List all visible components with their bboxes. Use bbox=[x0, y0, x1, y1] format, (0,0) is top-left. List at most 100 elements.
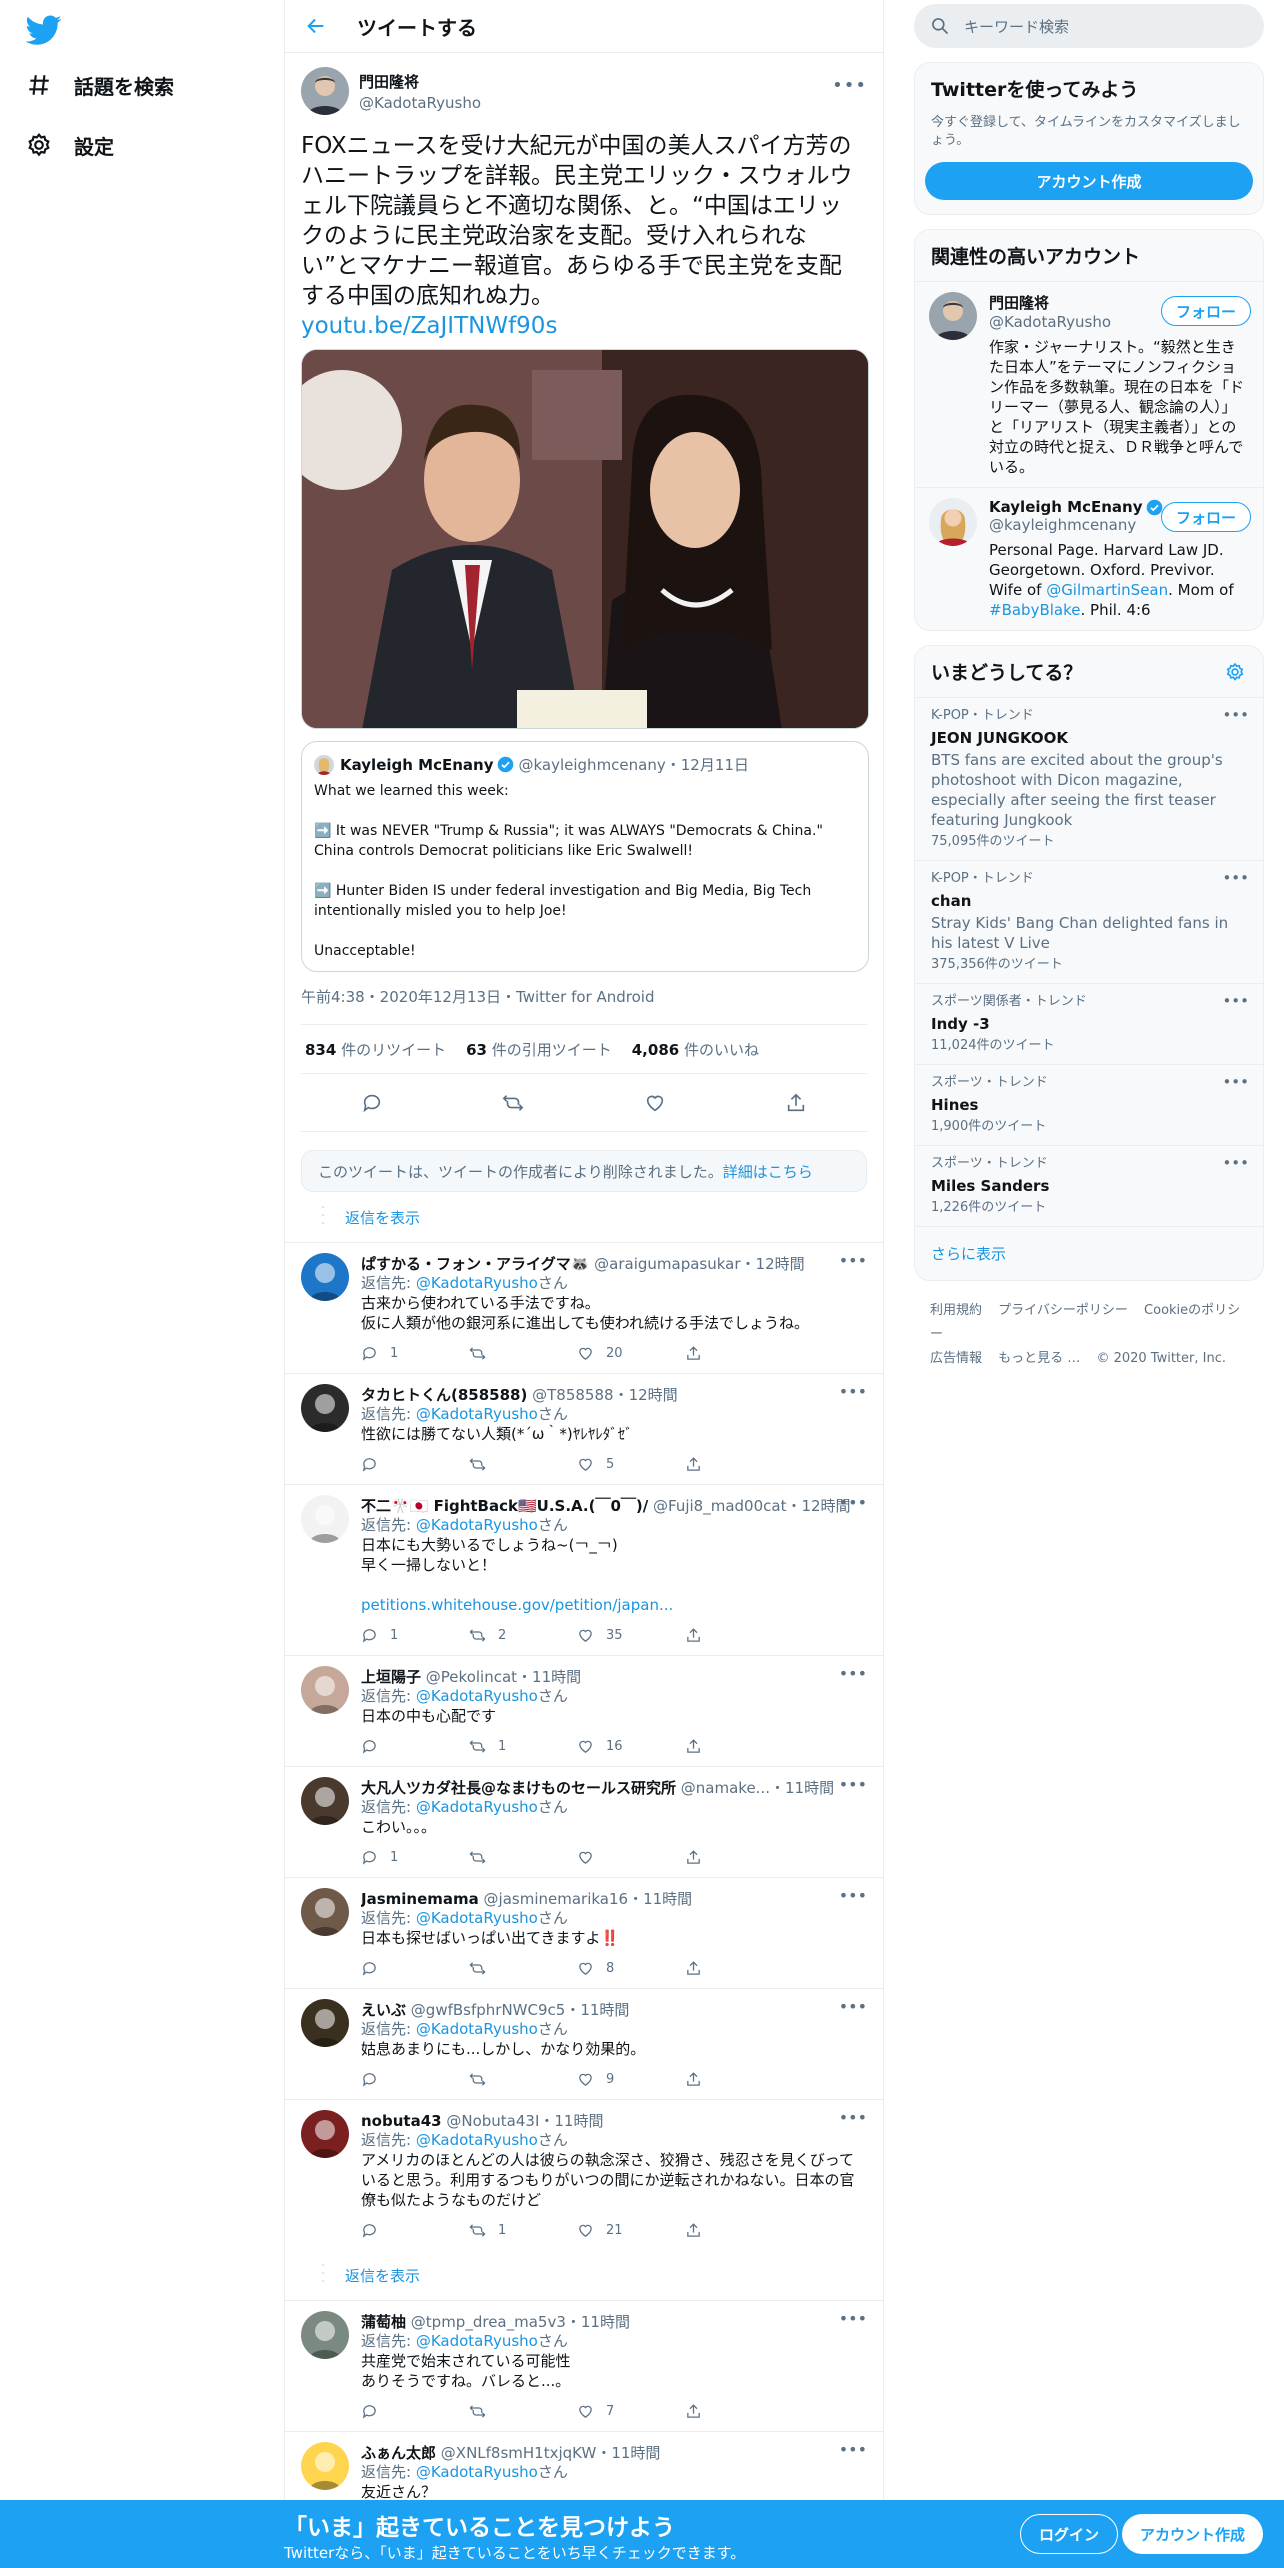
more-options-icon[interactable]: ••• bbox=[1222, 1154, 1249, 1172]
reply-time[interactable]: ・11時間 bbox=[566, 2313, 630, 2331]
retweet-action[interactable] bbox=[469, 1456, 577, 1473]
login-button[interactable]: ログイン bbox=[1020, 2514, 1119, 2554]
reply-avatar[interactable] bbox=[301, 1888, 349, 1936]
retweet-count[interactable]: 834 件のリツイート bbox=[305, 1039, 446, 1060]
quote-count[interactable]: 63 件の引用ツイート bbox=[466, 1039, 612, 1060]
more-options-icon[interactable]: ••• bbox=[1222, 706, 1249, 724]
reply-action[interactable] bbox=[361, 1738, 469, 1755]
reply-action[interactable]: 1 bbox=[361, 1849, 469, 1866]
reply-time[interactable]: ・11時間 bbox=[596, 2444, 660, 2462]
like-action[interactable]: 21 bbox=[577, 2222, 685, 2239]
more-options-icon[interactable]: ••• bbox=[1222, 1073, 1249, 1091]
more-options-icon[interactable]: ••• bbox=[832, 75, 867, 96]
footer-link-terms[interactable]: 利用規約 bbox=[930, 1303, 982, 1318]
share-icon[interactable] bbox=[785, 1092, 807, 1114]
share-action[interactable] bbox=[685, 2222, 793, 2239]
tweet-photo[interactable] bbox=[301, 349, 869, 729]
reply-avatar[interactable] bbox=[301, 2311, 349, 2359]
retweet-action[interactable] bbox=[469, 1345, 577, 1362]
follow-button[interactable]: フォロー bbox=[1160, 502, 1251, 532]
reply-avatar[interactable] bbox=[301, 2442, 349, 2490]
more-options-icon[interactable]: ••• bbox=[839, 1997, 867, 2016]
reply-avatar[interactable] bbox=[301, 1384, 349, 1432]
reply-to-link[interactable]: @KadotaRyusho bbox=[416, 1687, 538, 1705]
reply-to-link[interactable]: @KadotaRyusho bbox=[416, 2332, 538, 2350]
reply-tweet[interactable]: ••• ぱすかる・フォン・アライグマ🦝 @araigumapasukar・12時間… bbox=[285, 1242, 883, 1373]
reply-time[interactable]: ・11時間 bbox=[539, 2112, 603, 2130]
reply-time[interactable]: ・11時間 bbox=[628, 1890, 692, 1908]
account-avatar[interactable] bbox=[929, 292, 977, 340]
bio-mention-link[interactable]: @GilmartinSean bbox=[1046, 581, 1168, 599]
tweet-author[interactable]: 門田隆将 @KadotaRyusho ••• bbox=[301, 65, 867, 117]
back-arrow-icon[interactable] bbox=[305, 15, 357, 37]
learn-more-link[interactable]: 詳細はこちら bbox=[723, 1161, 813, 1182]
twitter-logo-icon[interactable] bbox=[26, 12, 62, 48]
footer-link-ads[interactable]: 広告情報 bbox=[930, 1351, 982, 1366]
reply-to-link[interactable]: @KadotaRyusho bbox=[416, 1405, 538, 1423]
retweet-action[interactable] bbox=[469, 1849, 577, 1866]
reply-to-link[interactable]: @KadotaRyusho bbox=[416, 2131, 538, 2149]
retweet-action[interactable] bbox=[469, 2403, 577, 2420]
more-options-icon[interactable]: ••• bbox=[1222, 992, 1249, 1010]
reply-tweet[interactable]: ••• 蒲萄柚 @tpmp_drea_ma5v3・11時間 返信先: @Kadota… bbox=[285, 2300, 883, 2431]
trend-item[interactable]: ••• スポーツ・トレンド Miles Sanders 1,226件のツイート bbox=[915, 1145, 1263, 1226]
reply-tweet[interactable]: ••• 上垣陽子 @Pekolincat・11時間 返信先: @KadotaRyus… bbox=[285, 1655, 883, 1766]
like-icon[interactable] bbox=[644, 1092, 666, 1114]
quoted-tweet[interactable]: Kayleigh McEnany @kayleighmcenany ・12月11… bbox=[301, 741, 869, 972]
like-action[interactable]: 35 bbox=[577, 1627, 685, 1644]
more-options-icon[interactable]: ••• bbox=[839, 1886, 867, 1905]
like-action[interactable]: 9 bbox=[577, 2071, 685, 2088]
retweet-action[interactable] bbox=[469, 1960, 577, 1977]
tweet-link[interactable]: youtu.be/ZaJITNWf90s bbox=[301, 311, 867, 341]
like-action[interactable]: 7 bbox=[577, 2403, 685, 2420]
share-action[interactable] bbox=[685, 1627, 793, 1644]
nav-explore[interactable]: 話題を検索 bbox=[26, 60, 174, 110]
reply-action[interactable] bbox=[361, 1960, 469, 1977]
share-action[interactable] bbox=[685, 1849, 793, 1866]
reply-tweet[interactable]: ••• 大凡人ツカダ社長@なまけものセールス研究所 @namake...・11時間… bbox=[285, 1766, 883, 1877]
create-account-button[interactable]: アカウント作成 bbox=[925, 162, 1253, 200]
reply-action[interactable] bbox=[361, 2071, 469, 2088]
reply-to-link[interactable]: @KadotaRyusho bbox=[416, 2020, 538, 2038]
trend-item[interactable]: ••• スポーツ・トレンド Hines 1,900件のツイート bbox=[915, 1064, 1263, 1145]
more-options-icon[interactable]: ••• bbox=[839, 1775, 867, 1794]
bio-hashtag-link[interactable]: #BabyBlake bbox=[989, 601, 1080, 619]
reply-icon[interactable] bbox=[361, 1092, 383, 1114]
reply-tweet[interactable]: ••• えいぶ @gwfBsfphrNWC9c5・11時間 返信先: @Kadota… bbox=[285, 1988, 883, 2099]
trend-item[interactable]: ••• スポーツ関係者・トレンド Indy -3 11,024件のツイート bbox=[915, 983, 1263, 1064]
more-options-icon[interactable]: ••• bbox=[1222, 869, 1249, 887]
show-replies-link[interactable]: · · · 返信を表示 bbox=[285, 2250, 883, 2300]
reply-tweet[interactable]: ••• タカヒトくん(858588) @T858588・12時間 返信先: @Kad… bbox=[285, 1373, 883, 1484]
reply-time[interactable]: ・12時間 bbox=[741, 1255, 805, 1273]
reply-action[interactable] bbox=[361, 2403, 469, 2420]
retweet-action[interactable]: 1 bbox=[469, 1738, 577, 1755]
reply-time[interactable]: ・11時間 bbox=[770, 1779, 834, 1797]
reply-tweet[interactable]: ••• Jasminemama @jasminemarika16・11時間 返信先:… bbox=[285, 1877, 883, 1988]
reply-avatar[interactable] bbox=[301, 1253, 349, 1301]
more-options-icon[interactable]: ••• bbox=[839, 1664, 867, 1683]
footer-link-more[interactable]: もっと見る … bbox=[998, 1351, 1080, 1366]
more-options-icon[interactable]: ••• bbox=[839, 1251, 867, 1270]
tweet-timestamp[interactable]: 午前4:38・2020年12月13日・Twitter for Android bbox=[301, 986, 867, 1008]
reply-to-link[interactable]: @KadotaRyusho bbox=[416, 1516, 538, 1534]
trend-item[interactable]: ••• K-POP・トレンド JEON JUNGKOOK BTS fans are e… bbox=[915, 697, 1263, 860]
reply-avatar[interactable] bbox=[301, 1495, 349, 1543]
settings-gear-icon[interactable] bbox=[1225, 662, 1247, 682]
account-item[interactable]: Kayleigh McEnany @kayleighmcenany Person… bbox=[915, 487, 1263, 630]
show-replies-link[interactable]: · · · 返信を表示 bbox=[285, 1192, 883, 1242]
show-more-trends-link[interactable]: さらに表示 bbox=[915, 1226, 1263, 1280]
more-options-icon[interactable]: ••• bbox=[839, 2309, 867, 2328]
share-action[interactable] bbox=[685, 1456, 793, 1473]
more-options-icon[interactable]: ••• bbox=[839, 2440, 867, 2459]
like-action[interactable]: 16 bbox=[577, 1738, 685, 1755]
search-input[interactable]: キーワード検索 bbox=[914, 4, 1264, 48]
share-action[interactable] bbox=[685, 2071, 793, 2088]
like-action[interactable]: 8 bbox=[577, 1960, 685, 1977]
reply-action[interactable]: 1 bbox=[361, 1627, 469, 1644]
reply-time[interactable]: ・11時間 bbox=[517, 1668, 581, 1686]
signup-button[interactable]: アカウント作成 bbox=[1122, 2514, 1264, 2554]
reply-to-link[interactable]: @KadotaRyusho bbox=[416, 1274, 538, 1292]
more-options-icon[interactable]: ••• bbox=[839, 1382, 867, 1401]
share-action[interactable] bbox=[685, 2403, 793, 2420]
reply-action[interactable] bbox=[361, 2222, 469, 2239]
